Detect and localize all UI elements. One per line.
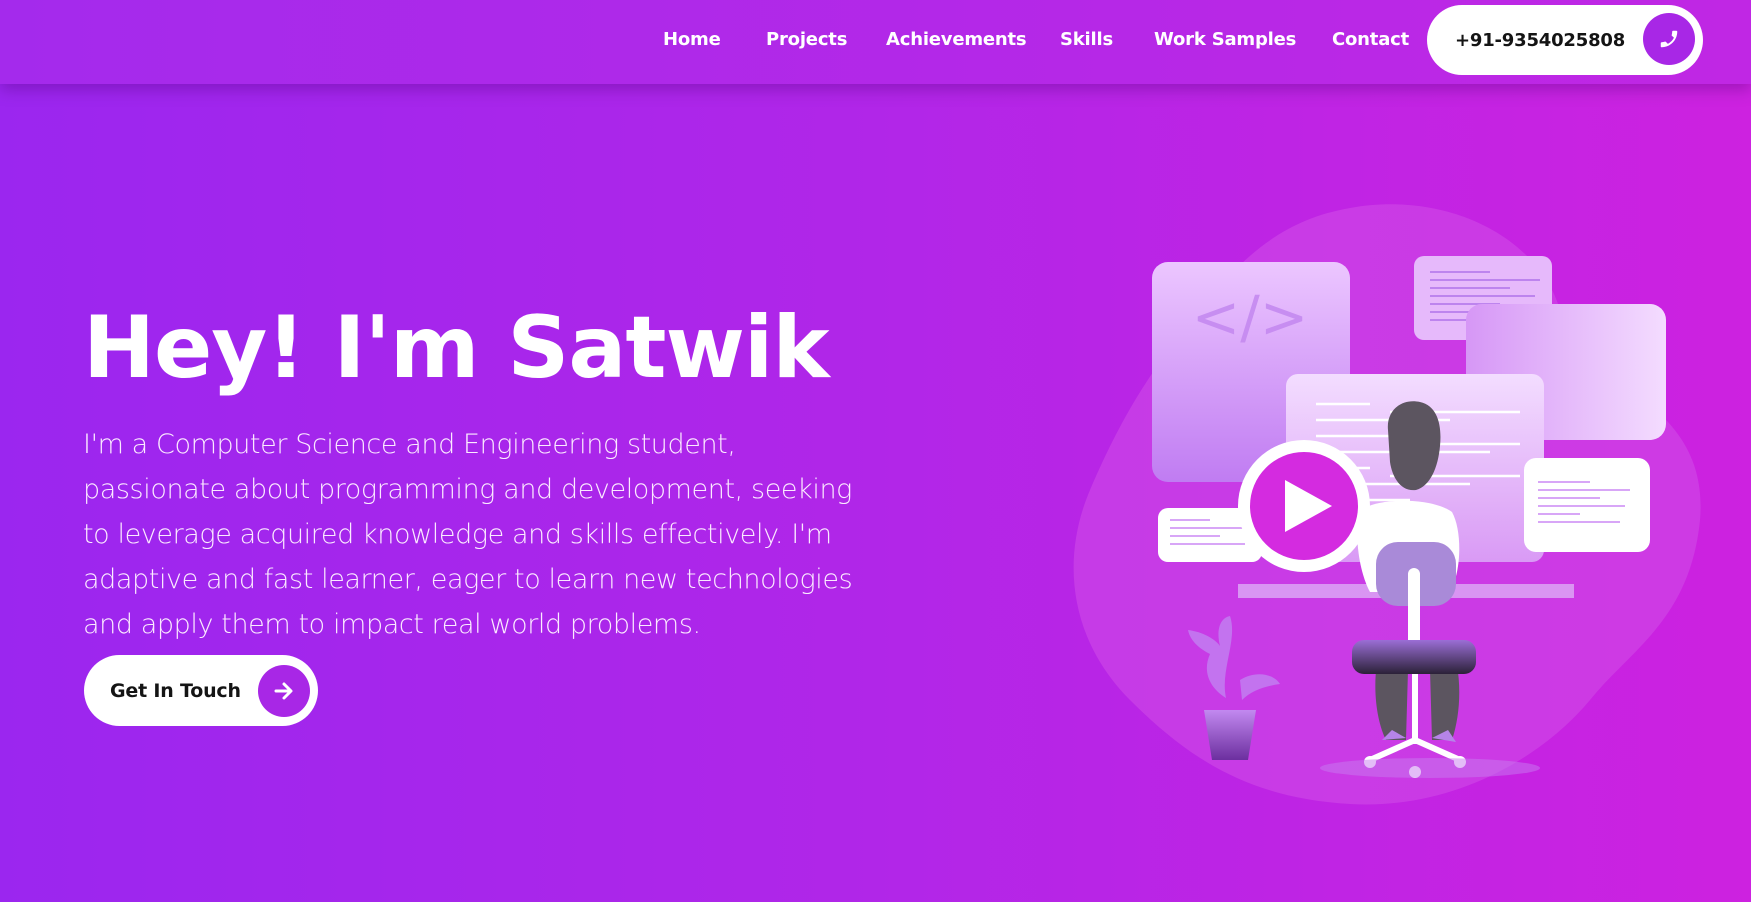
nav-achievements[interactable]: Achievements [886, 29, 1027, 50]
get-in-touch-label: Get In Touch [110, 680, 241, 702]
navbar: Home Projects Achievements Skills Work S… [0, 0, 1751, 84]
phone-number: +91-9354025808 [1455, 30, 1626, 51]
nav-projects[interactable]: Projects [766, 29, 847, 50]
nav-home[interactable]: Home [663, 29, 721, 50]
nav-contact[interactable]: Contact [1332, 29, 1409, 50]
arrow-right-icon [258, 665, 310, 717]
hero-description: I'm a Computer Science and Engineering s… [83, 429, 853, 640]
plant-pot [1204, 710, 1256, 760]
phone-icon [1643, 13, 1695, 65]
code-symbol: </> [1192, 283, 1309, 351]
nav-skills[interactable]: Skills [1060, 29, 1113, 50]
nav-work-samples[interactable]: Work Samples [1154, 29, 1296, 50]
get-in-touch-button[interactable]: Get In Touch [84, 655, 318, 726]
phone-button[interactable]: +91-9354025808 [1427, 5, 1703, 75]
chair-seat [1352, 640, 1476, 674]
developer-illustration: </> [1073, 204, 1701, 805]
hero-title: Hey! I'm Satwik [83, 298, 830, 398]
